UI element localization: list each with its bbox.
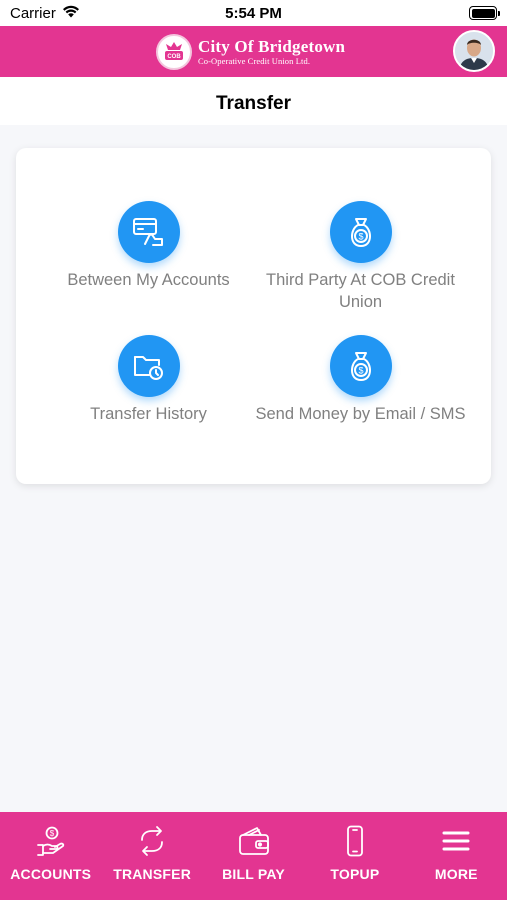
option-label: Transfer History [90,405,207,423]
nav-label: TOPUP [330,866,380,882]
app-header: COB City Of Bridgetown Co-Operative Cred… [0,26,507,77]
send-money-email-sms-option[interactable]: $ Send Money by Email / SMS [248,335,473,425]
nav-transfer[interactable]: TRANSFER [101,812,202,900]
brand-logo: COB City Of Bridgetown Co-Operative Cred… [156,34,345,70]
transfer-options-card: Between My Accounts $ Third Party At COB… [16,148,491,484]
battery-icon [469,6,500,20]
nav-accounts[interactable]: $ ACCOUNTS [0,812,101,900]
option-label: Third Party At COB Credit Union [266,271,455,311]
status-bar: Carrier 5:54 PM [0,0,507,26]
page-title: Transfer [216,93,291,114]
profile-avatar[interactable] [453,30,495,72]
third-party-option[interactable]: $ Third Party At COB Credit Union [248,201,473,313]
hand-coin-icon: $ [34,825,68,857]
nav-topup[interactable]: TOPUP [304,812,405,900]
brand-subtitle: Co-Operative Credit Union Ltd. [198,56,311,67]
transfer-history-option[interactable]: Transfer History [36,335,261,425]
money-bag-icon: $ [329,201,392,263]
nav-more[interactable]: MORE [406,812,507,900]
bottom-nav: $ ACCOUNTS TRANSFER BILL PAY TOPUP MORE [0,812,507,900]
money-bag-icon: $ [329,335,392,397]
nav-label: TRANSFER [113,866,192,882]
option-label: Between My Accounts [67,271,230,289]
folder-clock-icon [117,335,180,397]
svg-text:$: $ [49,829,54,838]
between-my-accounts-option[interactable]: Between My Accounts [36,201,261,291]
svg-text:COB: COB [167,54,181,60]
phone-icon [338,825,372,857]
svg-text:$: $ [358,366,363,376]
svg-text:$: $ [358,232,363,242]
option-label: Send Money by Email / SMS [255,405,466,423]
title-bar: Transfer [0,77,507,125]
status-time: 5:54 PM [225,5,282,22]
transfer-arrows-icon [135,825,169,857]
nav-bill-pay[interactable]: BILL PAY [203,812,304,900]
card-hand-icon [117,201,180,263]
brand-name: City Of Bridgetown [198,37,346,57]
menu-icon [439,825,473,857]
nav-label: ACCOUNTS [10,866,92,882]
logo-seal-icon: COB [156,34,192,70]
nav-label: BILL PAY [222,866,285,882]
nav-label: MORE [434,866,478,882]
bill-wallet-icon [237,825,271,857]
